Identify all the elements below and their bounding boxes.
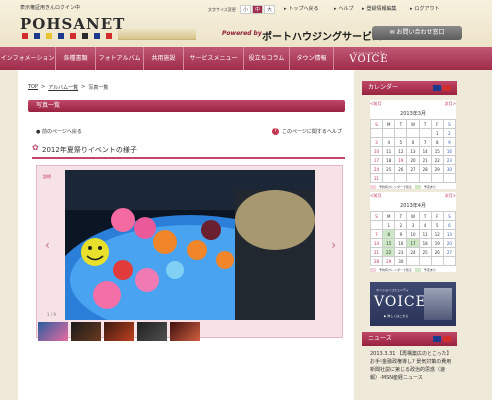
legend-swatch — [414, 185, 421, 189]
thumbnail[interactable] — [38, 322, 68, 341]
breadcrumb-separator: > — [81, 84, 86, 90]
font-size-small-button[interactable]: 小 — [240, 5, 251, 14]
main-nav: インフォメーション 各種書類 フォトアルバム 共用施設 サービスメニュー 役立ち… — [0, 47, 492, 70]
nav-item-columns[interactable]: 役立ちコラム — [244, 47, 290, 70]
next-photo-button[interactable]: › — [331, 238, 336, 252]
arrow-icon: ▸ — [334, 5, 337, 12]
photo-counter: 1 / 9 — [47, 312, 56, 317]
calendar-march: <前月 次月> 2013年3月 SMTWTFS 12 3456789 10 11 1… — [369, 100, 457, 189]
flag-icon — [58, 33, 64, 39]
flag-icon — [34, 33, 40, 39]
legend-swatch — [414, 268, 421, 272]
nav-item-information[interactable]: インフォメーション — [0, 47, 56, 70]
flag-icon — [433, 85, 451, 91]
arrow-icon: ▸ — [410, 5, 413, 12]
city-skyline-image — [118, 20, 196, 40]
nav-item-documents[interactable]: 各種書類 — [56, 47, 96, 70]
thumbnail[interactable] — [170, 322, 200, 341]
site-header: 表示権証用きんロクイン中 POHSANET 文字サイズ変更 小 中 大 ▸ トップ… — [0, 0, 492, 47]
edit-profile-link[interactable]: ▸ 登録情報編集 — [362, 5, 397, 13]
page-title: 写真一覧 — [28, 100, 345, 112]
event-title: 2012年夏祭りイベントの様子 — [32, 145, 345, 159]
arrow-icon: ▸ — [284, 5, 287, 12]
signal-flags — [22, 33, 112, 39]
help-icon: ? — [272, 128, 279, 135]
inquiry-button[interactable]: ✉ お問い合わせ窓口 — [372, 26, 462, 40]
help-link[interactable]: ▸ ヘルプ — [334, 5, 354, 13]
flag-icon — [70, 33, 76, 39]
flag-icon — [22, 33, 28, 39]
next-month-link[interactable]: 次月> — [445, 101, 456, 107]
thumbnail[interactable] — [137, 322, 167, 341]
voice-banner[interactable]: マンションコミュニティ VOICE ▶ 詳しくはこちら — [370, 282, 456, 326]
flag-icon — [106, 33, 112, 39]
calendar-title: 2013年3月 — [400, 111, 426, 117]
nav-item-town-info[interactable]: タウン情報 — [290, 47, 334, 70]
prev-photo-button[interactable]: ‹ — [45, 238, 50, 252]
logout-link[interactable]: ▸ ログアウト — [410, 5, 440, 13]
banner-photo — [424, 288, 452, 320]
legend-swatch — [370, 268, 376, 272]
calendar-title: 2013年4月 — [400, 203, 426, 209]
news-item[interactable]: 2013.3.31 【再構築広のとこった】お手!金融政権導し? 景気対策の費用新… — [370, 350, 456, 382]
flag-icon — [94, 33, 100, 39]
description-label: 説明 — [43, 174, 51, 179]
legend-link[interactable]: 予約有カレンダーで見る — [379, 185, 412, 189]
sidebar: カレンダー <前月 次月> 2013年3月 SMTWTFS 12 3456789… — [362, 70, 477, 400]
calendar-legend: 予約有カレンダーで見る 予定あり — [370, 268, 456, 272]
arrow-icon: ▸ — [362, 5, 365, 12]
legend-swatch — [370, 185, 376, 189]
brand-logo: ポートハウジングサービス — [262, 32, 382, 43]
nav-item-photo-album[interactable]: フォトアルバム — [96, 47, 144, 70]
font-size-label: 文字サイズ変更 — [208, 7, 236, 12]
font-size-large-button[interactable]: 大 — [264, 5, 275, 14]
main-content: TOP > アルバム一覧 > 写真一覧 写真一覧 ● 前のページへ戻る ? このペ… — [18, 70, 354, 400]
thumbnail[interactable] — [71, 322, 101, 341]
prev-month-link[interactable]: <前月 — [370, 193, 381, 199]
photo-gallery: 説明 ‹ › 1 / 9 — [36, 165, 343, 338]
calendar-april: <前月 次月> 2013年4月 SMTWTFS 123456 7 8 9 10 11 12… — [369, 192, 457, 272]
breadcrumb-separator: > — [41, 84, 46, 90]
page-help-link[interactable]: ? このページに関するヘルプ — [272, 128, 342, 135]
flag-icon — [46, 33, 52, 39]
powered-by-label: Powered by — [222, 30, 262, 37]
site-logo[interactable]: POHSANET — [20, 15, 125, 33]
photo-image — [65, 170, 315, 320]
calendar-grid: SMTWTFS 12 3456789 10 11 12 13 14 15 16 17 18 19… — [369, 119, 457, 183]
breadcrumb-top[interactable]: TOP — [28, 84, 38, 91]
next-month-link[interactable]: 次月> — [445, 193, 456, 199]
flag-icon — [433, 336, 451, 342]
event-photo[interactable] — [65, 170, 315, 320]
calendar-grid: SMTWTFS 123456 7 8 9 10 11 12 13 14 15 16 17 18 19 2… — [369, 211, 457, 266]
legend-link[interactable]: 予約有カレンダーで見る — [379, 268, 412, 272]
thumbnail-strip — [38, 322, 200, 341]
prev-month-link[interactable]: <前月 — [370, 101, 381, 107]
top-link[interactable]: ▸ トップへ戻る — [284, 5, 319, 13]
thumbnail[interactable] — [104, 322, 134, 341]
flag-icon — [82, 33, 88, 39]
news-header: ニュース — [362, 332, 457, 346]
calendar-legend: 予約有カレンダーで見る 予定あり — [370, 185, 456, 189]
nav-item-voice[interactable]: マンションコミュニティ VOICE — [334, 47, 404, 70]
nav-item-facilities[interactable]: 共用施設 — [144, 47, 184, 70]
breadcrumb: TOP > アルバム一覧 > 写真一覧 — [28, 84, 108, 91]
breadcrumb-current: 写真一覧 — [88, 85, 109, 91]
calendar-header: カレンダー — [362, 81, 457, 95]
font-size-medium-button[interactable]: 中 — [252, 5, 263, 14]
breadcrumb-album-list[interactable]: アルバム一覧 — [48, 84, 78, 91]
nav-item-services[interactable]: サービスメニュー — [184, 47, 244, 70]
prev-page-link[interactable]: ● 前のページへ戻る — [36, 128, 82, 135]
resident-label: 表示権証用きんロクイン中 — [20, 5, 81, 11]
